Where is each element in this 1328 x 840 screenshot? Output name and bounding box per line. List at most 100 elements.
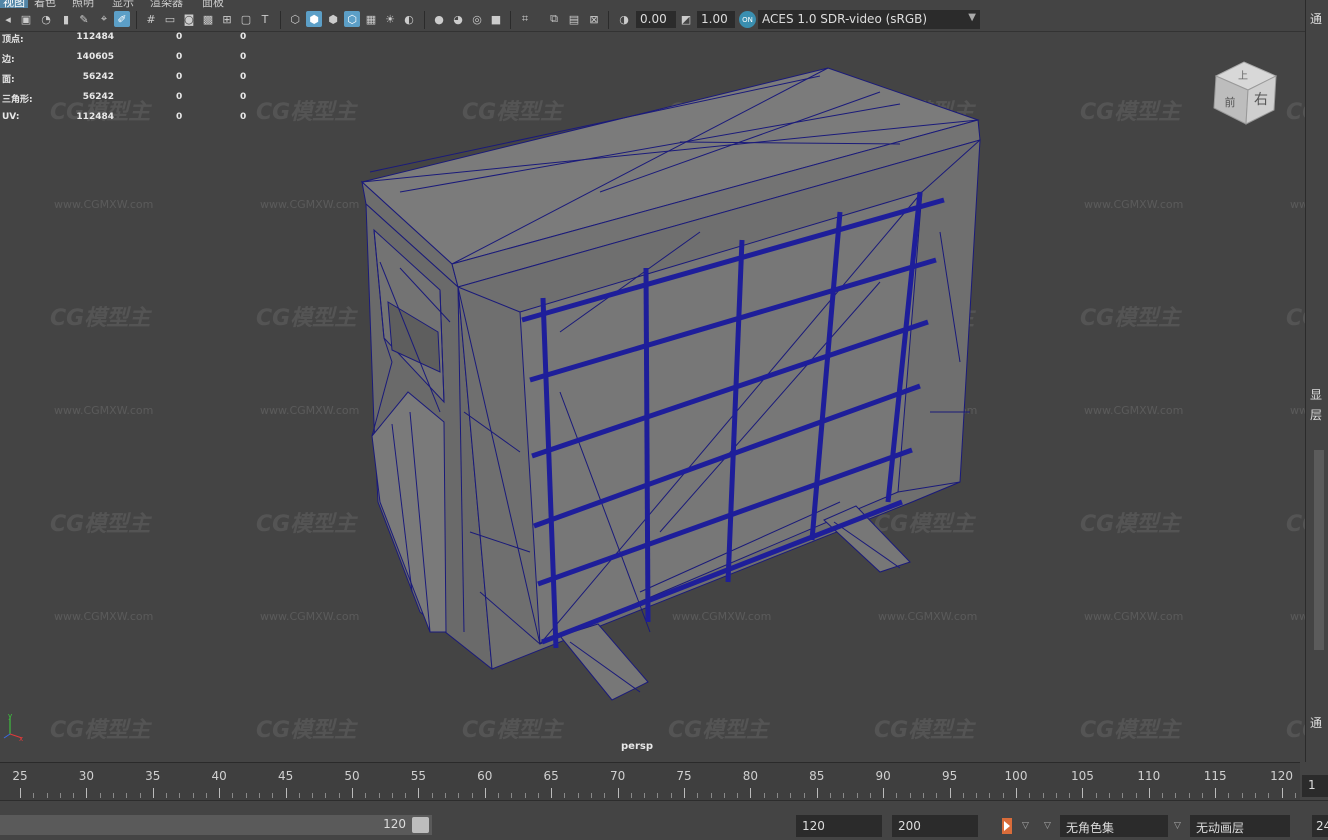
anim-layer-chevron-icon[interactable]: ▽	[1174, 821, 1181, 831]
hud-value: 0	[176, 52, 183, 62]
camera-select-icon[interactable]: ◂	[0, 11, 16, 27]
default-material-icon[interactable]: ⬢	[325, 11, 341, 27]
range-end-label: 120	[383, 817, 406, 831]
auto-key-icon[interactable]	[999, 817, 1015, 835]
character-set-dropdown[interactable]: 无角色集	[1060, 815, 1168, 837]
resolution-gate-icon[interactable]: ◙	[181, 11, 197, 27]
safe-title-icon[interactable]: T	[257, 11, 273, 27]
timeline-tick-label: 75	[676, 769, 692, 783]
timeline-major-tick	[816, 788, 818, 798]
aces-icon[interactable]: ON	[739, 11, 756, 28]
menu-show[interactable]: 显示	[112, 0, 134, 8]
field-chart-icon[interactable]: ⊞	[219, 11, 235, 27]
timeline-minor-tick	[338, 793, 340, 798]
lights-icon[interactable]: ☀	[382, 11, 398, 27]
animation-end-field[interactable]: 120	[796, 815, 882, 837]
image-plane-icon[interactable]: ✎	[76, 11, 92, 27]
ac-unit-wireframe-model[interactable]	[0, 32, 1305, 762]
range-slider[interactable]: 120	[0, 815, 432, 835]
hud-value: 0	[240, 92, 247, 102]
film-gate-icon[interactable]: ▭	[162, 11, 178, 27]
timeline-minor-tick	[139, 793, 141, 798]
right-panel-scrollbar[interactable]	[1314, 450, 1324, 650]
timeline-major-tick	[684, 788, 685, 798]
bookmark-icon[interactable]: ▮	[58, 11, 74, 27]
xray-components-icon[interactable]: ⊠	[586, 11, 602, 27]
perspective-viewport[interactable]: CG模型主 www.CGMXW.com CG模型主 www.CGMXW.com CG模型…	[0, 32, 1305, 762]
timeline-minor-tick	[604, 793, 606, 798]
timeline-minor-tick	[259, 793, 261, 798]
shadows-icon[interactable]: ◐	[401, 11, 417, 27]
axis-x-label: x	[19, 735, 23, 742]
exposure-field[interactable]: 0.00	[636, 11, 676, 28]
timeline-minor-tick	[325, 793, 327, 798]
chevron-down-icon: ▼	[968, 12, 976, 23]
timeline-minor-tick	[511, 793, 513, 798]
motion-blur-icon[interactable]: ◕	[450, 11, 466, 27]
ambient-occlusion-icon[interactable]: ●	[431, 11, 447, 27]
timeline-major-tick	[219, 788, 221, 798]
menu-lighting[interactable]: 照明	[72, 0, 94, 8]
current-frame-field[interactable]: 1	[1302, 775, 1328, 797]
color-space-dropdown[interactable]: ACES 1.0 SDR-video (sRGB) ▼	[758, 10, 980, 29]
wireframe-on-shaded-icon[interactable]: ⬡	[344, 11, 360, 27]
anti-aliasing-icon[interactable]: ◎	[469, 11, 485, 27]
key-options-chevron-icon[interactable]: ▽	[1022, 821, 1029, 831]
range-slider-handle[interactable]	[412, 817, 429, 833]
timeline-minor-tick	[564, 793, 566, 798]
wireframe-icon[interactable]: ⬡	[287, 11, 303, 27]
isolate-select-icon[interactable]: ⌗	[517, 11, 533, 27]
hud-value: 0	[176, 92, 183, 102]
timeline-minor-tick	[763, 793, 765, 798]
viewcube-icon[interactable]: 上 前 右	[1210, 58, 1280, 128]
timeline-major-tick	[1281, 788, 1283, 798]
menu-panels[interactable]: 面板	[202, 0, 224, 8]
grid-icon[interactable]: #	[143, 11, 159, 27]
timeline-minor-tick	[1255, 793, 1257, 798]
timeline-minor-tick	[33, 793, 35, 798]
xray-joints-icon[interactable]: ▤	[566, 11, 582, 27]
hud-label: UV:	[2, 112, 20, 122]
gamma-icon[interactable]: ◩	[678, 11, 694, 27]
menu-view[interactable]: 视图	[0, 0, 28, 8]
timeline-tick-label: 35	[145, 769, 161, 783]
textured-icon[interactable]: ▦	[363, 11, 379, 27]
menu-renderer[interactable]: 渲染器	[150, 0, 183, 8]
timeline-minor-tick	[1175, 793, 1177, 798]
timeline-minor-tick	[989, 793, 991, 798]
timeline-tick-label: 100	[1004, 769, 1028, 783]
timeline-minor-tick	[378, 793, 380, 798]
hud-row-vertices: 顶点: 112484 0 0	[2, 32, 262, 52]
timeline-minor-tick	[936, 793, 938, 798]
xray-icon[interactable]: ⧉	[546, 11, 562, 27]
menu-shading[interactable]: 着色	[34, 0, 56, 8]
timeline-major-tick	[418, 788, 420, 798]
timeline-minor-tick	[46, 793, 48, 798]
timeline-minor-tick	[644, 793, 646, 798]
smooth-shade-icon[interactable]: ⬢	[306, 11, 322, 27]
camera-attributes-icon[interactable]: ▣	[18, 11, 34, 27]
camera-bookmark-icon[interactable]: ◔	[38, 11, 54, 27]
timeline-minor-tick	[577, 793, 579, 798]
timeline-minor-tick	[312, 793, 314, 798]
timeline-minor-tick	[723, 793, 725, 798]
time-slider[interactable]: 25 30 35 40 45 50 55 60 65 70 75 80 85 90 95 100 105 110 1…	[0, 762, 1300, 800]
grease-pencil-icon[interactable]: ✐	[114, 11, 130, 27]
gamma-field[interactable]: 1.00	[697, 11, 735, 28]
animation-max-field[interactable]: 200	[892, 815, 978, 837]
char-set-chevron-icon[interactable]: ▽	[1044, 821, 1051, 831]
timeline-major-tick	[1148, 788, 1150, 798]
hud-value: 56242	[82, 92, 114, 102]
safe-action-icon[interactable]: ▢	[238, 11, 254, 27]
depth-of-field-icon[interactable]: ■	[488, 11, 504, 27]
range-slider-row: 120 120 200 ▽ ▽ 无角色集 ▽ 无动画层 24	[0, 800, 1328, 840]
animation-layer-dropdown[interactable]: 无动画层	[1190, 815, 1290, 837]
timeline-minor-tick	[776, 793, 778, 798]
timeline-major-tick	[617, 788, 619, 798]
timeline-minor-tick	[99, 793, 101, 798]
fps-field[interactable]: 24	[1312, 815, 1328, 837]
hud-value: 0	[240, 52, 247, 62]
exposure-icon[interactable]: ◑	[616, 11, 632, 27]
gate-mask-icon[interactable]: ▩	[200, 11, 216, 27]
two-d-pan-icon[interactable]: ⌖	[96, 11, 112, 27]
